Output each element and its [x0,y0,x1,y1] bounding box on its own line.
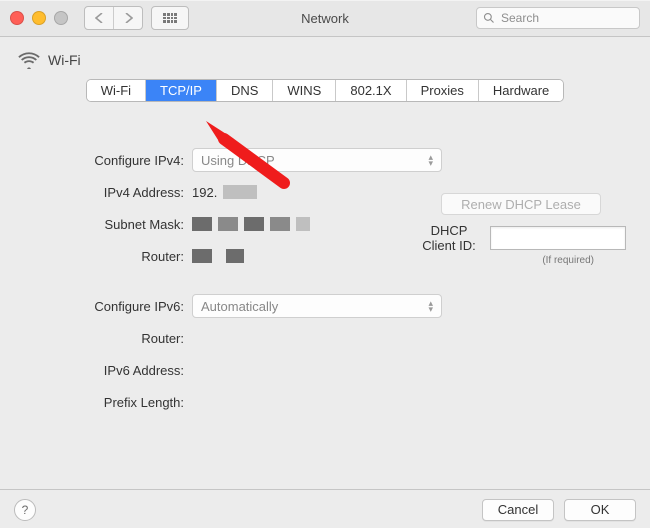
tab-hardware[interactable]: Hardware [479,80,563,101]
dhcp-controls: Renew DHCP Lease DHCP Client ID: (If req… [416,193,626,266]
renew-dhcp-button[interactable]: Renew DHCP Lease [441,193,601,215]
window-controls [10,11,68,25]
tab-wi-fi[interactable]: Wi-Fi [87,80,146,101]
dhcp-client-id-input[interactable] [490,226,626,250]
tab-802-1x[interactable]: 802.1X [336,80,406,101]
ipv4-address-label: IPv4 Address: [24,185,192,200]
search-icon [483,12,495,24]
show-all-button[interactable] [151,6,189,30]
dhcp-client-id-label: DHCP Client ID: [416,223,482,253]
chevrons-icon: ▴▾ [428,154,433,166]
dhcp-required-note: (If required) [416,255,626,266]
close-window-button[interactable] [10,11,24,25]
help-icon: ? [22,503,29,517]
tab-bar: Wi-FiTCP/IPDNSWINS802.1XProxiesHardware [14,79,636,102]
configure-ipv6-label: Configure IPv6: [24,299,192,314]
service-header: Wi-Fi [18,51,636,69]
tab-tcp-ip[interactable]: TCP/IP [146,80,217,101]
service-name: Wi-Fi [48,52,81,68]
search-input[interactable] [499,10,633,26]
grid-icon [163,13,177,23]
ipv6-router-label: Router: [24,331,192,346]
footer: ? Cancel OK [0,489,650,528]
cancel-button[interactable]: Cancel [482,499,554,521]
tab-wins[interactable]: WINS [273,80,336,101]
search-field[interactable] [476,7,640,29]
back-button[interactable] [85,7,114,29]
forward-button[interactable] [114,7,142,29]
titlebar: Network [0,0,650,37]
ok-button[interactable]: OK [564,499,636,521]
minimize-window-button[interactable] [32,11,46,25]
configure-ipv6-value: Automatically [201,299,278,314]
configure-ipv4-popup[interactable]: Using DHCP ▴▾ [192,148,442,172]
configure-ipv4-value: Using DHCP [201,153,275,168]
subnet-mask-label: Subnet Mask: [24,217,192,232]
wifi-icon [18,51,40,69]
tab-dns[interactable]: DNS [217,80,273,101]
configure-ipv6-popup[interactable]: Automatically ▴▾ [192,294,442,318]
redacted-block [223,185,257,199]
configure-ipv4-label: Configure IPv4: [24,153,192,168]
ipv6-address-label: IPv6 Address: [24,363,192,378]
ipv4-address-value: 192. [192,185,217,200]
chevrons-icon: ▴▾ [428,300,433,312]
help-button[interactable]: ? [14,499,36,521]
tab-proxies[interactable]: Proxies [407,80,479,101]
prefix-length-label: Prefix Length: [24,395,192,410]
ipv4-router-label: Router: [24,249,192,264]
nav-arrows [84,6,143,30]
tcpip-form: Configure IPv4: Using DHCP ▴▾ IPv4 Addre… [24,146,626,416]
main-pane: Wi-Fi Wi-FiTCP/IPDNSWINS802.1XProxiesHar… [0,37,650,489]
zoom-window-button[interactable] [54,11,68,25]
